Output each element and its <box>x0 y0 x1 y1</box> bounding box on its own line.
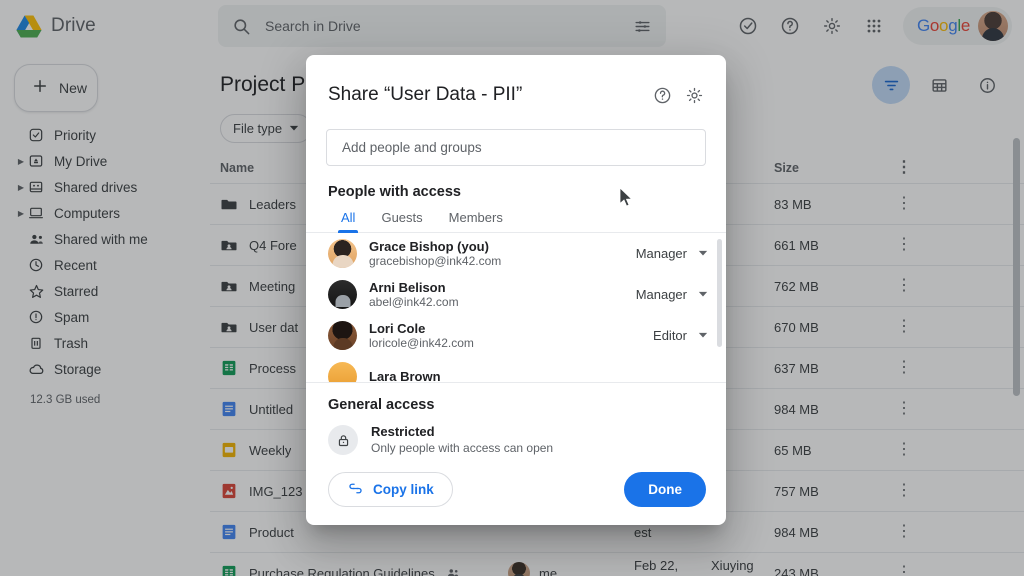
tab-guests[interactable]: Guests <box>368 206 435 232</box>
list-item[interactable]: Arni Belison abel@ink42.com Manager <box>306 274 726 315</box>
general-access-name: Restricted <box>371 424 553 440</box>
person-name: Lori Cole <box>369 321 653 336</box>
avatar <box>328 321 357 350</box>
general-access-row[interactable]: Restricted Only people with access can o… <box>328 424 706 456</box>
role-label: Manager <box>636 246 687 261</box>
person-name: Lara Brown <box>369 369 708 383</box>
role-dropdown[interactable]: Manager <box>636 287 712 302</box>
role-label: Editor <box>653 328 687 343</box>
avatar <box>328 362 357 383</box>
copy-link-button[interactable]: Copy link <box>328 472 453 507</box>
person-name: Arni Belison <box>369 280 636 295</box>
people-list[interactable]: Grace Bishop (you) gracebishop@ink42.com… <box>306 233 726 383</box>
settings-gear-icon[interactable] <box>678 79 710 111</box>
avatar <box>328 280 357 309</box>
chevron-down-icon <box>698 330 708 342</box>
list-item[interactable]: Lara Brown <box>306 356 726 383</box>
person-email: gracebishop@ink42.com <box>369 254 636 269</box>
link-icon <box>347 480 364 500</box>
role-dropdown[interactable]: Editor <box>653 328 712 343</box>
chevron-down-icon <box>698 248 708 260</box>
person-name: Grace Bishop (you) <box>369 239 636 254</box>
share-dialog-footer: Copy link Done <box>306 456 726 525</box>
share-dialog-header: Share “User Data - PII” <box>306 55 726 111</box>
chevron-down-icon <box>698 289 708 301</box>
help-circle-icon[interactable] <box>646 79 678 111</box>
copy-link-label: Copy link <box>373 482 434 497</box>
share-dialog-title: Share “User Data - PII” <box>328 84 646 106</box>
add-people-field[interactable] <box>326 129 706 166</box>
list-item[interactable]: Lori Cole loricole@ink42.com Editor <box>306 315 726 356</box>
person-email: abel@ink42.com <box>369 295 636 310</box>
done-button[interactable]: Done <box>624 472 706 507</box>
avatar <box>328 239 357 268</box>
person-email: loricole@ink42.com <box>369 336 653 351</box>
people-list-scrollbar[interactable] <box>717 239 722 347</box>
drive-app-window: Drive <box>0 0 1024 576</box>
role-label: Manager <box>636 287 687 302</box>
tab-members[interactable]: Members <box>436 206 516 232</box>
lock-icon <box>328 425 358 455</box>
people-with-access-title: People with access <box>306 166 726 200</box>
tab-all[interactable]: All <box>328 206 368 232</box>
list-item[interactable]: Grace Bishop (you) gracebishop@ink42.com… <box>306 233 726 274</box>
general-access-title: General access <box>328 397 706 413</box>
add-people-input[interactable] <box>342 140 690 155</box>
general-access-section: General access Restricted Only people wi… <box>306 383 726 456</box>
people-filter-tabs: All Guests Members <box>306 200 726 233</box>
share-dialog: Share “User Data - PII” People with acce… <box>306 55 726 525</box>
general-access-description: Only people with access can open <box>371 440 553 456</box>
role-dropdown[interactable]: Manager <box>636 246 712 261</box>
